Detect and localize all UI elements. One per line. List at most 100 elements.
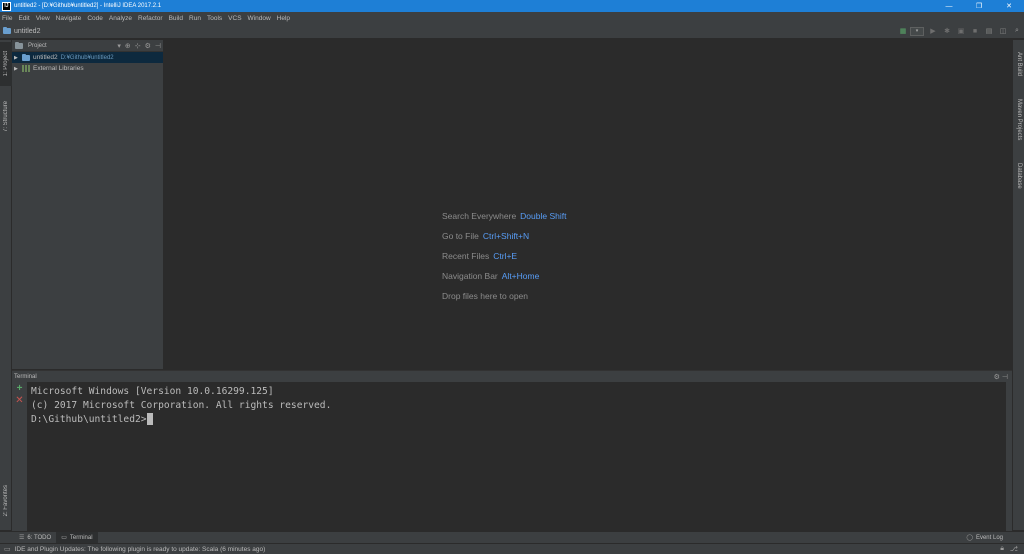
new-session-icon[interactable]: + xyxy=(12,382,27,394)
window-controls: — ❐ ✕ xyxy=(934,0,1024,12)
tree-node-external-libraries[interactable]: ▶ External Libraries xyxy=(12,63,163,74)
project-view-icon xyxy=(15,41,23,49)
menu-edit[interactable]: Edit xyxy=(18,15,29,22)
hint-shortcut: Double Shift xyxy=(520,211,567,221)
expand-arrow-icon[interactable]: ▶ xyxy=(14,66,22,72)
build-icon[interactable]: ▦ xyxy=(898,26,908,36)
module-folder-icon xyxy=(22,53,30,61)
hint-navigation-bar: Navigation Bar Alt+Home xyxy=(442,266,566,286)
menu-build[interactable]: Build xyxy=(169,15,183,22)
tab-event-log[interactable]: ◯ Event Log xyxy=(961,532,1008,544)
menu-navigate[interactable]: Navigate xyxy=(56,15,82,22)
dropdown-arrow-icon[interactable]: ▾ xyxy=(117,42,121,50)
tab-event-log-label: Event Log xyxy=(975,534,1003,541)
expand-arrow-icon[interactable]: ▶ xyxy=(14,55,22,61)
toggle-tool-windows-icon[interactable]: ▭ xyxy=(4,545,11,553)
tab-terminal-label: Terminal xyxy=(69,534,93,541)
menu-run[interactable]: Run xyxy=(189,15,201,22)
git-branch-icon[interactable]: ⎇ xyxy=(1010,545,1018,553)
menu-analyze[interactable]: Analyze xyxy=(109,15,132,22)
menu-window[interactable]: Window xyxy=(248,15,271,22)
project-folder-icon xyxy=(3,27,11,34)
maximize-button[interactable]: ❐ xyxy=(964,0,994,12)
project-tool-window: Project ▾ ⊕ ⊹ ⚙ ⊣ ▶ untitled2 D:¥Github¥… xyxy=(12,40,164,369)
tab-terminal[interactable]: ▭ Terminal xyxy=(56,531,98,544)
run-toolbar: ▦ ▾ ▶ ✱ ▣ ■ ▤ ◫ ⌕ xyxy=(894,24,1024,39)
minimize-button[interactable]: — xyxy=(934,0,964,12)
hint-recent-files: Recent Files Ctrl+E xyxy=(442,246,566,266)
terminal-prompt: D:\Github\untitled2> xyxy=(31,414,147,425)
terminal-title: Terminal xyxy=(14,373,37,380)
menu-file[interactable]: File xyxy=(2,15,12,22)
window-title: untitled2 - [D:¥Github¥untitled2] - Inte… xyxy=(14,3,162,9)
debug-icon[interactable]: ✱ xyxy=(942,26,952,36)
menu-code[interactable]: Code xyxy=(87,15,103,22)
tree-node-label: External Libraries xyxy=(33,65,84,72)
hint-shortcut: Alt+Home xyxy=(501,271,540,281)
hint-label: Navigation Bar xyxy=(442,271,498,281)
lock-icon[interactable]: 🔒︎ xyxy=(1000,545,1004,553)
breadcrumb[interactable]: untitled2 xyxy=(3,27,41,35)
stop-icon[interactable]: ■ xyxy=(970,26,980,36)
menu-view[interactable]: View xyxy=(36,15,50,22)
hint-go-to-file: Go to File Ctrl+Shift+N xyxy=(442,226,566,246)
terminal-prompt-line: D:\Github\untitled2> xyxy=(31,413,1002,427)
gear-icon[interactable]: ⚙ xyxy=(145,42,151,50)
tab-maven-label: Maven Projects xyxy=(1016,99,1022,141)
terminal-cursor[interactable] xyxy=(146,413,153,425)
menu-bar: File Edit View Navigate Code Analyze Ref… xyxy=(0,12,1024,24)
tab-favorites[interactable]: 2: Favorites xyxy=(0,476,12,526)
hide-panel-icon[interactable]: ⊣ xyxy=(155,42,161,50)
event-log-icon: ◯ xyxy=(966,535,973,541)
coverage-icon[interactable]: ▣ xyxy=(956,26,966,36)
tab-structure[interactable]: 7: Structure xyxy=(0,92,12,142)
search-icon[interactable]: ⌕ xyxy=(1012,26,1022,36)
terminal-header: Terminal ⚙ ⊣ xyxy=(12,371,1012,382)
intellij-window: IJ untitled2 - [D:¥Github¥untitled2] - I… xyxy=(0,0,1024,554)
terminal-scrollbar[interactable] xyxy=(1006,382,1012,531)
menu-refactor[interactable]: Refactor xyxy=(138,15,163,22)
hint-label: Go to File xyxy=(442,231,479,241)
tab-project[interactable]: 1: Project xyxy=(0,42,12,86)
library-icon xyxy=(22,65,30,72)
menu-help[interactable]: Help xyxy=(277,15,290,22)
close-button[interactable]: ✕ xyxy=(994,0,1024,12)
run-icon[interactable]: ▶ xyxy=(928,26,938,36)
editor-area[interactable]: Search Everywhere Double Shift Go to File… xyxy=(164,40,1012,369)
terminal-icon: ▭ xyxy=(61,535,67,541)
tab-todo[interactable]: ☰ 6: TODO xyxy=(14,532,56,544)
hint-search-everywhere: Search Everywhere Double Shift xyxy=(442,206,566,226)
terminal-output[interactable]: Microsoft Windows [Version 10.0.16299.12… xyxy=(27,382,1006,531)
sdk-icon[interactable]: ◫ xyxy=(998,26,1008,36)
navigation-bar: untitled2 ▦ ▾ ▶ ✱ ▣ ■ ▤ ◫ ⌕ xyxy=(0,24,1024,39)
terminal-line: Microsoft Windows [Version 10.0.16299.12… xyxy=(31,386,274,397)
collapse-all-icon[interactable]: ⊹ xyxy=(135,42,141,50)
hint-shortcut: Ctrl+E xyxy=(493,251,518,261)
status-bar: ▭ IDE and Plugin Updates: The following … xyxy=(0,543,1024,554)
run-configuration-dropdown[interactable]: ▾ xyxy=(910,26,924,36)
menu-tools[interactable]: Tools xyxy=(207,15,222,22)
tree-node-project-root[interactable]: ▶ untitled2 D:¥Github¥untitled2 xyxy=(12,52,163,63)
todo-icon: ☰ xyxy=(19,535,25,541)
left-tool-stripe: 1: Project 7: Structure 2: Favorites xyxy=(0,40,12,530)
right-tool-stripe: Ant Build Maven Projects Database xyxy=(1012,40,1024,530)
project-view-selector[interactable]: Project xyxy=(28,43,47,49)
terminal-line: (c) 2017 Microsoft Corporation. All righ… xyxy=(31,400,332,411)
project-structure-icon[interactable]: ▤ xyxy=(984,26,994,36)
close-session-icon[interactable]: ✕ xyxy=(12,394,27,406)
status-indicators: 🔒︎ ⎇ xyxy=(994,545,1024,553)
tab-project-label: 1: Project xyxy=(3,51,9,77)
bottom-tool-bar: ☰ 6: TODO ▭ Terminal ◯ Event Log xyxy=(0,531,1024,544)
tab-favorites-label: 2: Favorites xyxy=(3,485,9,517)
menu-vcs[interactable]: VCS xyxy=(228,15,241,22)
hint-shortcut: Ctrl+Shift+N xyxy=(482,231,530,241)
gear-icon[interactable]: ⚙ ⊣ xyxy=(994,373,1012,381)
breadcrumb-label: untitled2 xyxy=(14,27,41,35)
tab-database[interactable]: Database xyxy=(1013,156,1024,196)
tree-node-path: D:¥Github¥untitled2 xyxy=(60,54,114,61)
status-message[interactable]: IDE and Plugin Updates: The following pl… xyxy=(15,546,266,553)
scroll-from-source-icon[interactable]: ⊕ xyxy=(125,42,131,50)
tab-maven-projects[interactable]: Maven Projects xyxy=(1013,92,1024,148)
tab-ant-build[interactable]: Ant Build xyxy=(1013,42,1024,86)
terminal-tool-window: Terminal ⚙ ⊣ + ✕ Microsoft Windows [Vers… xyxy=(12,370,1012,531)
